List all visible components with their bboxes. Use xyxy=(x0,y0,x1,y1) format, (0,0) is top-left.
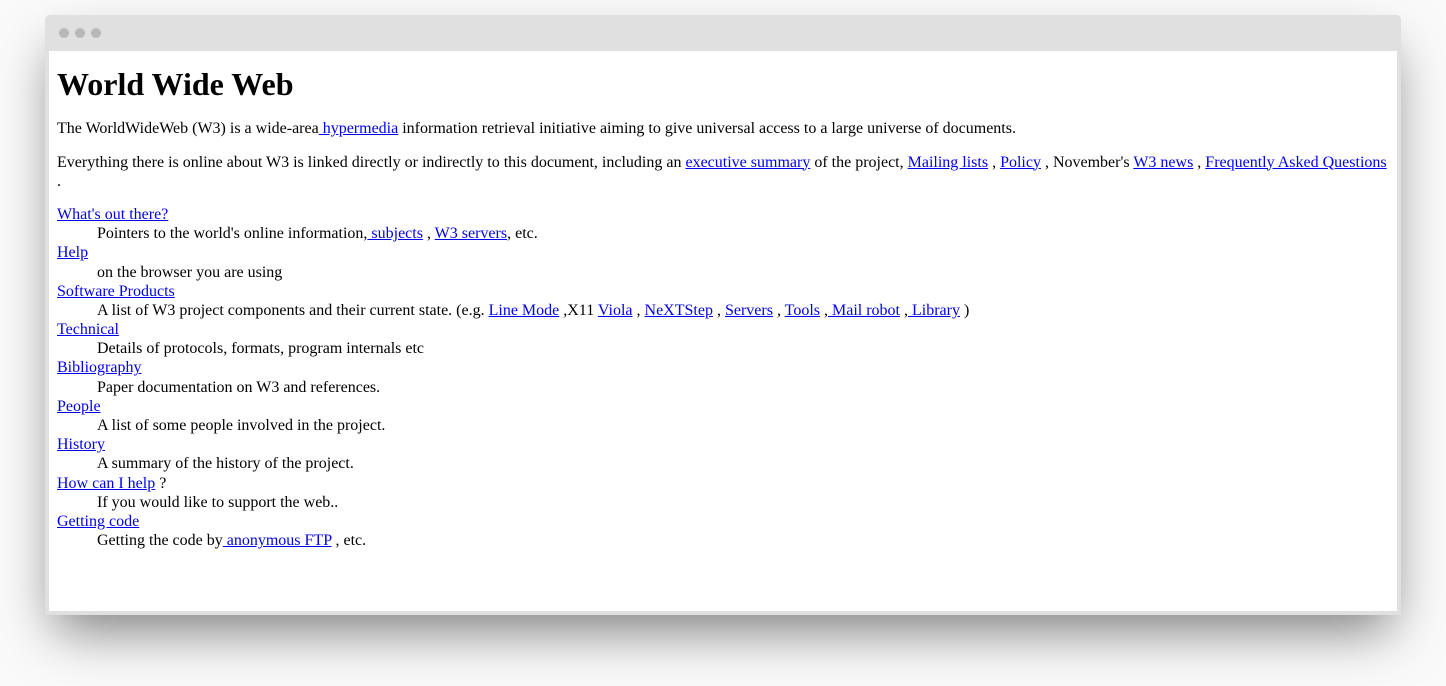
desc-text: Getting the code by xyxy=(97,532,223,549)
desc-text: , xyxy=(423,225,435,242)
desc-text: , xyxy=(633,302,645,319)
mailing-lists-link[interactable]: Mailing lists xyxy=(908,154,988,171)
list-description: Pointers to the world's online informati… xyxy=(97,224,1389,243)
getting-code-link[interactable]: Getting code xyxy=(57,513,139,530)
list-description: If you would like to support the web.. xyxy=(97,493,1389,512)
desc-text: Paper documentation on W3 and references… xyxy=(97,379,380,396)
list-description: Paper documentation on W3 and references… xyxy=(97,378,1389,397)
list-description: A summary of the history of the project. xyxy=(97,454,1389,473)
p2-text: , xyxy=(1193,154,1205,171)
list-description: A list of W3 project components and thei… xyxy=(97,301,1389,320)
history-link[interactable]: History xyxy=(57,436,105,453)
policy-link[interactable]: Policy xyxy=(1000,154,1041,171)
list-term: How can I help ? xyxy=(57,474,1389,493)
line-mode-link[interactable]: Line Mode xyxy=(489,302,560,319)
p2-text: Everything there is online about W3 is l… xyxy=(57,154,685,171)
desc-text: , xyxy=(773,302,785,319)
desc-text: , xyxy=(900,302,908,319)
desc-text: , etc. xyxy=(332,532,367,549)
nextstep-link[interactable]: NeXTStep xyxy=(645,302,713,319)
hypermedia-link[interactable]: hypermedia xyxy=(319,120,399,137)
browser-window: World Wide Web The WorldWideWeb (W3) is … xyxy=(45,15,1401,615)
list-term: Help xyxy=(57,243,1389,262)
tools-link[interactable]: Tools xyxy=(785,302,820,319)
titlebar xyxy=(45,15,1401,51)
list-description: A list of some people involved in the pr… xyxy=(97,416,1389,435)
viola-link[interactable]: Viola xyxy=(598,302,633,319)
desc-text: , xyxy=(713,302,725,319)
how-can-i-help-link[interactable]: How can I help xyxy=(57,475,155,492)
overview-paragraph: Everything there is online about W3 is l… xyxy=(57,153,1389,191)
intro-text-post: information retrieval initiative aiming … xyxy=(398,120,1016,137)
list-term: Technical xyxy=(57,320,1389,339)
w3-servers-link[interactable]: W3 servers xyxy=(435,225,507,242)
close-icon[interactable] xyxy=(59,28,69,38)
help-link[interactable]: Help xyxy=(57,244,88,261)
p2-text: . xyxy=(57,173,61,190)
w3-news-link[interactable]: W3 news xyxy=(1133,154,1193,171)
mail-robot-link[interactable]: Mail robot xyxy=(828,302,900,319)
desc-text: If you would like to support the web.. xyxy=(97,494,338,511)
servers-link[interactable]: Servers xyxy=(725,302,773,319)
minimize-icon[interactable] xyxy=(75,28,85,38)
page-content: World Wide Web The WorldWideWeb (W3) is … xyxy=(49,51,1397,611)
anonymous-ftp-link[interactable]: anonymous FTP xyxy=(223,532,332,549)
desc-text: , etc. xyxy=(507,225,538,242)
desc-text: A list of W3 project components and thei… xyxy=(97,302,489,319)
maximize-icon[interactable] xyxy=(91,28,101,38)
intro-paragraph: The WorldWideWeb (W3) is a wide-area hyp… xyxy=(57,119,1389,138)
desc-text: , xyxy=(820,302,828,319)
bibliography-link[interactable]: Bibliography xyxy=(57,359,141,376)
executive-summary-link[interactable]: executive summary xyxy=(685,154,810,171)
list-term: Getting code xyxy=(57,512,1389,531)
desc-text: Pointers to the world's online informati… xyxy=(97,225,367,242)
list-description: on the browser you are using xyxy=(97,263,1389,282)
page-title: World Wide Web xyxy=(57,65,1389,103)
list-term: Bibliography xyxy=(57,358,1389,377)
desc-text: ) xyxy=(960,302,969,319)
intro-text-pre: The WorldWideWeb (W3) is a wide-area xyxy=(57,120,319,137)
desc-text: A summary of the history of the project. xyxy=(97,455,354,472)
library-link[interactable]: Library xyxy=(908,302,960,319)
software-products-link[interactable]: Software Products xyxy=(57,283,175,300)
term-suffix: ? xyxy=(155,475,166,492)
technical-link[interactable]: Technical xyxy=(57,321,119,338)
list-term: Software Products xyxy=(57,282,1389,301)
desc-text: Details of protocols, formats, program i… xyxy=(97,340,424,357)
p2-text: of the project, xyxy=(810,154,907,171)
list-description: Getting the code by anonymous FTP , etc. xyxy=(97,531,1389,550)
topic-list: What's out there? Pointers to the world's… xyxy=(57,205,1389,550)
people-link[interactable]: People xyxy=(57,398,101,415)
faq-link[interactable]: Frequently Asked Questions xyxy=(1205,154,1386,171)
p2-text: , November's xyxy=(1041,154,1133,171)
desc-text: ,X11 xyxy=(559,302,598,319)
list-term: History xyxy=(57,435,1389,454)
list-term: People xyxy=(57,397,1389,416)
subjects-link[interactable]: subjects xyxy=(367,225,423,242)
what-s-out-there-link[interactable]: What's out there? xyxy=(57,206,168,223)
desc-text: A list of some people involved in the pr… xyxy=(97,417,385,434)
list-description: Details of protocols, formats, program i… xyxy=(97,339,1389,358)
desc-text: on the browser you are using xyxy=(97,264,282,281)
p2-text: , xyxy=(988,154,1000,171)
list-term: What's out there? xyxy=(57,205,1389,224)
